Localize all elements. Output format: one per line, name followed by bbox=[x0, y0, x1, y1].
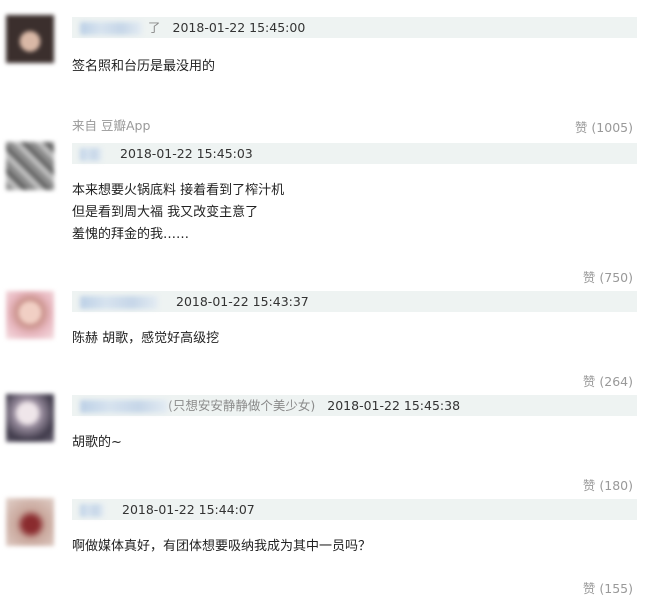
comment-text: 胡歌的~ bbox=[72, 432, 122, 454]
comment-header: 2018-01-22 15:43:37 bbox=[72, 291, 637, 312]
comment-line: 陈赫 胡歌，感觉好高级挖 bbox=[72, 331, 220, 346]
comment-header: (只想安安静静做个美少女) 2018-01-22 15:45:38 bbox=[72, 395, 637, 416]
comment-line: 羞愧的拜金的我…… bbox=[72, 227, 190, 242]
username-blurred[interactable] bbox=[80, 400, 168, 413]
timestamp: 2018-01-22 15:43:37 bbox=[176, 294, 309, 309]
comment-line: 本来想要火锅底料 接着看到了榨汁机 bbox=[72, 183, 285, 198]
like-button[interactable]: 赞 (750) bbox=[583, 267, 633, 286]
timestamp: 2018-01-22 15:44:07 bbox=[122, 502, 255, 517]
username-suffix[interactable]: (只想安安静静做个美少女) bbox=[168, 398, 315, 413]
comment-text: 本来想要火锅底料 接着看到了榨汁机 但是看到周大福 我又改变主意了 羞愧的拜金的… bbox=[72, 180, 284, 246]
timestamp: 2018-01-22 15:45:03 bbox=[120, 146, 253, 161]
username-blurred[interactable] bbox=[80, 22, 142, 35]
timestamp: 2018-01-22 15:45:38 bbox=[327, 398, 461, 413]
avatar[interactable] bbox=[6, 15, 54, 63]
comment-line: 胡歌的~ bbox=[72, 435, 122, 450]
username-blurred[interactable] bbox=[80, 148, 102, 161]
like-button[interactable]: 赞 (1005) bbox=[575, 117, 633, 136]
username-blurred[interactable] bbox=[80, 504, 104, 517]
comment-line: 签名照和台历是最没用的 bbox=[72, 59, 216, 74]
comment-header: 了 2018-01-22 15:45:00 bbox=[72, 17, 637, 38]
timestamp: 2018-01-22 15:45:00 bbox=[172, 20, 306, 35]
avatar[interactable] bbox=[6, 394, 54, 442]
avatar[interactable] bbox=[6, 291, 54, 339]
comment-text: 签名照和台历是最没用的 bbox=[72, 56, 215, 78]
avatar[interactable] bbox=[6, 498, 54, 546]
comment-line: 但是看到周大福 我又改变主意了 bbox=[72, 205, 259, 220]
comment-line: 啊做媒体真好，有团体想要吸纳我成为其中一员吗？ bbox=[72, 539, 372, 554]
comment-header: 2018-01-22 15:44:07 bbox=[72, 499, 637, 520]
username-blurred[interactable] bbox=[80, 296, 158, 309]
like-button[interactable]: 赞 (180) bbox=[583, 475, 633, 494]
like-button[interactable]: 赞 (155) bbox=[583, 578, 633, 597]
avatar[interactable] bbox=[6, 142, 54, 190]
username-suffix[interactable]: 了 bbox=[148, 20, 161, 35]
like-button[interactable]: 赞 (264) bbox=[583, 371, 633, 390]
source-label[interactable]: 来自 豆瓣App bbox=[72, 115, 150, 134]
comment-header: 2018-01-22 15:45:03 bbox=[72, 143, 637, 164]
comment-text: 啊做媒体真好，有团体想要吸纳我成为其中一员吗？ bbox=[72, 536, 371, 558]
comment-text: 陈赫 胡歌，感觉好高级挖 bbox=[72, 328, 219, 350]
